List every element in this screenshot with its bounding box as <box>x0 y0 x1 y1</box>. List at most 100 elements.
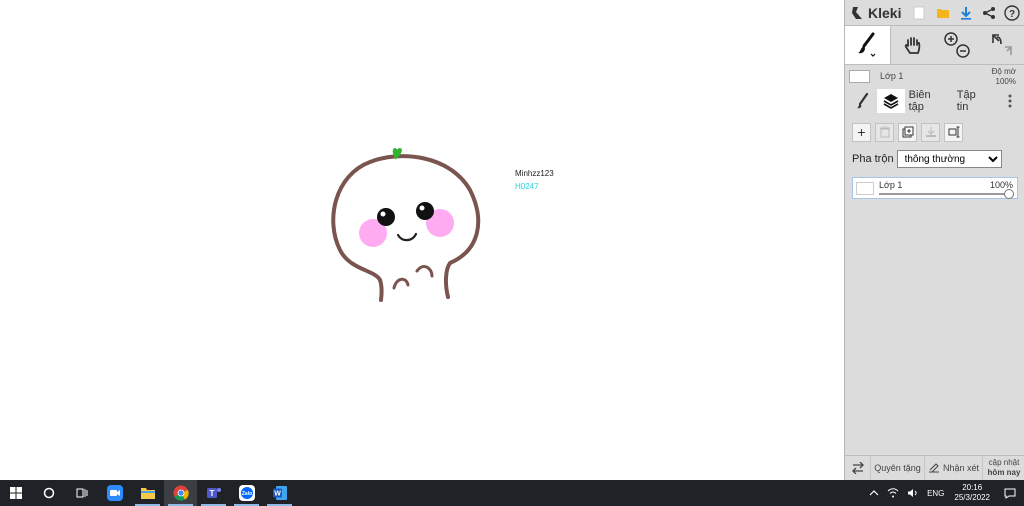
layer-preview-name: Lớp 1 <box>880 71 904 81</box>
clock-date: 25/3/2022 <box>954 493 990 502</box>
opacity-value: 100% <box>995 77 1016 86</box>
panel-tabs: Biên tập Tập tin <box>845 89 1024 113</box>
undo-redo-icon <box>991 34 1012 55</box>
left-hand <box>392 277 410 290</box>
top-toolbar: Kleki ? <box>845 0 1024 25</box>
rename-layer-button[interactable] <box>944 122 963 142</box>
volume-icon[interactable] <box>903 480 923 506</box>
feedback-label: Nhận xét <box>942 463 980 473</box>
doodle-drawing <box>331 148 481 302</box>
donate-label: Quyên tặng <box>874 463 921 473</box>
more-menu-icon[interactable] <box>996 89 1024 113</box>
share-icon[interactable] <box>977 0 1000 25</box>
swap-icon <box>851 462 864 474</box>
hand-icon <box>904 37 921 54</box>
kleki-app: Minhzz123 H0247 Kleki ? Lớp 1 Độ mờ 100%… <box>0 0 1024 481</box>
update-line2: hôm nay <box>987 468 1021 477</box>
system-tray: ENG 20:16 25/3/2022 <box>865 480 1024 506</box>
swap-side-button[interactable] <box>845 455 871 481</box>
right-hand <box>415 265 434 278</box>
canvas-text-name: Minhzz123 <box>515 169 554 178</box>
zalo-icon-label: Zalo <box>241 491 251 497</box>
help-icon[interactable]: ? <box>1001 0 1024 25</box>
chevron-up-icon[interactable] <box>865 480 883 506</box>
tab-brush[interactable] <box>849 89 877 113</box>
layer-thumbnail <box>856 182 874 195</box>
notification-icon[interactable] <box>996 480 1024 506</box>
opacity-info: Độ mờ 100% <box>992 67 1016 87</box>
merge-down-icon <box>925 127 936 137</box>
wifi-icon[interactable] <box>883 480 903 506</box>
feedback-icon <box>928 463 939 473</box>
chrome-icon[interactable] <box>164 480 197 506</box>
trash-icon <box>879 126 890 138</box>
brush-tool-button[interactable] <box>845 26 891 64</box>
new-image-icon[interactable] <box>908 0 931 25</box>
app-name: Kleki <box>868 4 902 21</box>
clock-time: 20:16 <box>962 483 983 492</box>
tab-layers[interactable] <box>876 89 905 113</box>
plus-icon: + <box>857 124 866 140</box>
delete-layer-button[interactable] <box>875 122 894 142</box>
zalo-icon[interactable]: Zalo <box>230 480 263 506</box>
update-line1: cập nhật <box>988 458 1020 467</box>
start-icon[interactable] <box>0 480 32 506</box>
brush-tab-icon <box>856 92 869 109</box>
clock[interactable]: 20:16 25/3/2022 <box>948 480 996 506</box>
blend-row: Pha trộn thông thường <box>845 149 1024 169</box>
feedback-button[interactable]: Nhận xét <box>925 455 983 481</box>
zoom-app-icon[interactable] <box>98 480 131 506</box>
right-eye <box>416 202 434 220</box>
kleki-logo-icon <box>852 6 862 19</box>
layer-opacity-slider[interactable] <box>879 193 1009 195</box>
zoom-in-out-icon <box>944 32 970 58</box>
update-button[interactable]: cập nhật hôm nay <box>983 456 1024 481</box>
download-icon[interactable] <box>954 0 977 25</box>
layer-preview-row: Lớp 1 Độ mờ 100% <box>845 65 1024 87</box>
opacity-label: Độ mờ <box>991 67 1016 76</box>
left-eye-shine <box>380 211 386 217</box>
add-layer-button[interactable]: + <box>852 122 871 142</box>
language-indicator[interactable]: ENG <box>923 480 948 506</box>
layer-opacity-slider-handle[interactable] <box>1004 189 1014 199</box>
side-panel: Kleki ? Lớp 1 Độ mờ 100% Biên tập Tập ti… <box>844 0 1024 481</box>
layer-name: Lớp 1 <box>879 180 903 190</box>
svg-text:T: T <box>209 489 214 498</box>
undo-redo-button[interactable] <box>980 26 1024 64</box>
drawing-canvas[interactable]: Minhzz123 H0247 <box>0 0 844 480</box>
bottom-bar: Quyên tặng Nhận xét cập nhật hôm nay <box>845 455 1024 481</box>
blend-label: Pha trộn <box>852 153 894 165</box>
head-outline <box>331 154 481 299</box>
blend-mode-select[interactable]: thông thường <box>896 150 1002 168</box>
teams-icon[interactable]: T <box>197 480 230 506</box>
word-icon[interactable]: W <box>263 480 296 506</box>
windows-taskbar: T Zalo W ENG 20:16 25/3/2022 <box>0 480 1024 506</box>
smile <box>396 232 418 242</box>
kleki-logo[interactable]: Kleki <box>850 5 908 21</box>
duplicate-layer-button[interactable] <box>898 122 917 142</box>
canvas-text-tag: H0247 <box>515 182 539 191</box>
tab-edit[interactable]: Biên tập <box>905 89 953 113</box>
svg-text:?: ? <box>1009 9 1015 20</box>
import-folder-icon[interactable] <box>931 0 954 25</box>
zoom-tool-button[interactable] <box>935 26 980 64</box>
duplicate-icon <box>902 126 913 138</box>
tab-file[interactable]: Tập tin <box>953 89 994 113</box>
tool-row <box>845 25 1024 65</box>
donate-button[interactable]: Quyên tặng <box>871 455 925 481</box>
right-eye-shine <box>419 205 425 211</box>
left-arm <box>378 278 384 302</box>
brush-icon <box>858 32 876 57</box>
layer-preview-thumbnail[interactable] <box>849 69 870 83</box>
task-view-icon[interactable] <box>65 480 98 506</box>
layers-icon <box>883 94 899 109</box>
layer-item[interactable]: Lớp 1 100% <box>852 177 1018 199</box>
merge-down-button[interactable] <box>921 122 940 142</box>
left-eye <box>377 208 395 226</box>
svg-text:W: W <box>274 491 281 498</box>
search-icon[interactable] <box>32 480 65 506</box>
layer-tools: + <box>845 121 1024 143</box>
file-explorer-icon[interactable] <box>131 480 164 506</box>
rename-icon <box>948 126 959 138</box>
hand-tool-button[interactable] <box>891 26 936 64</box>
